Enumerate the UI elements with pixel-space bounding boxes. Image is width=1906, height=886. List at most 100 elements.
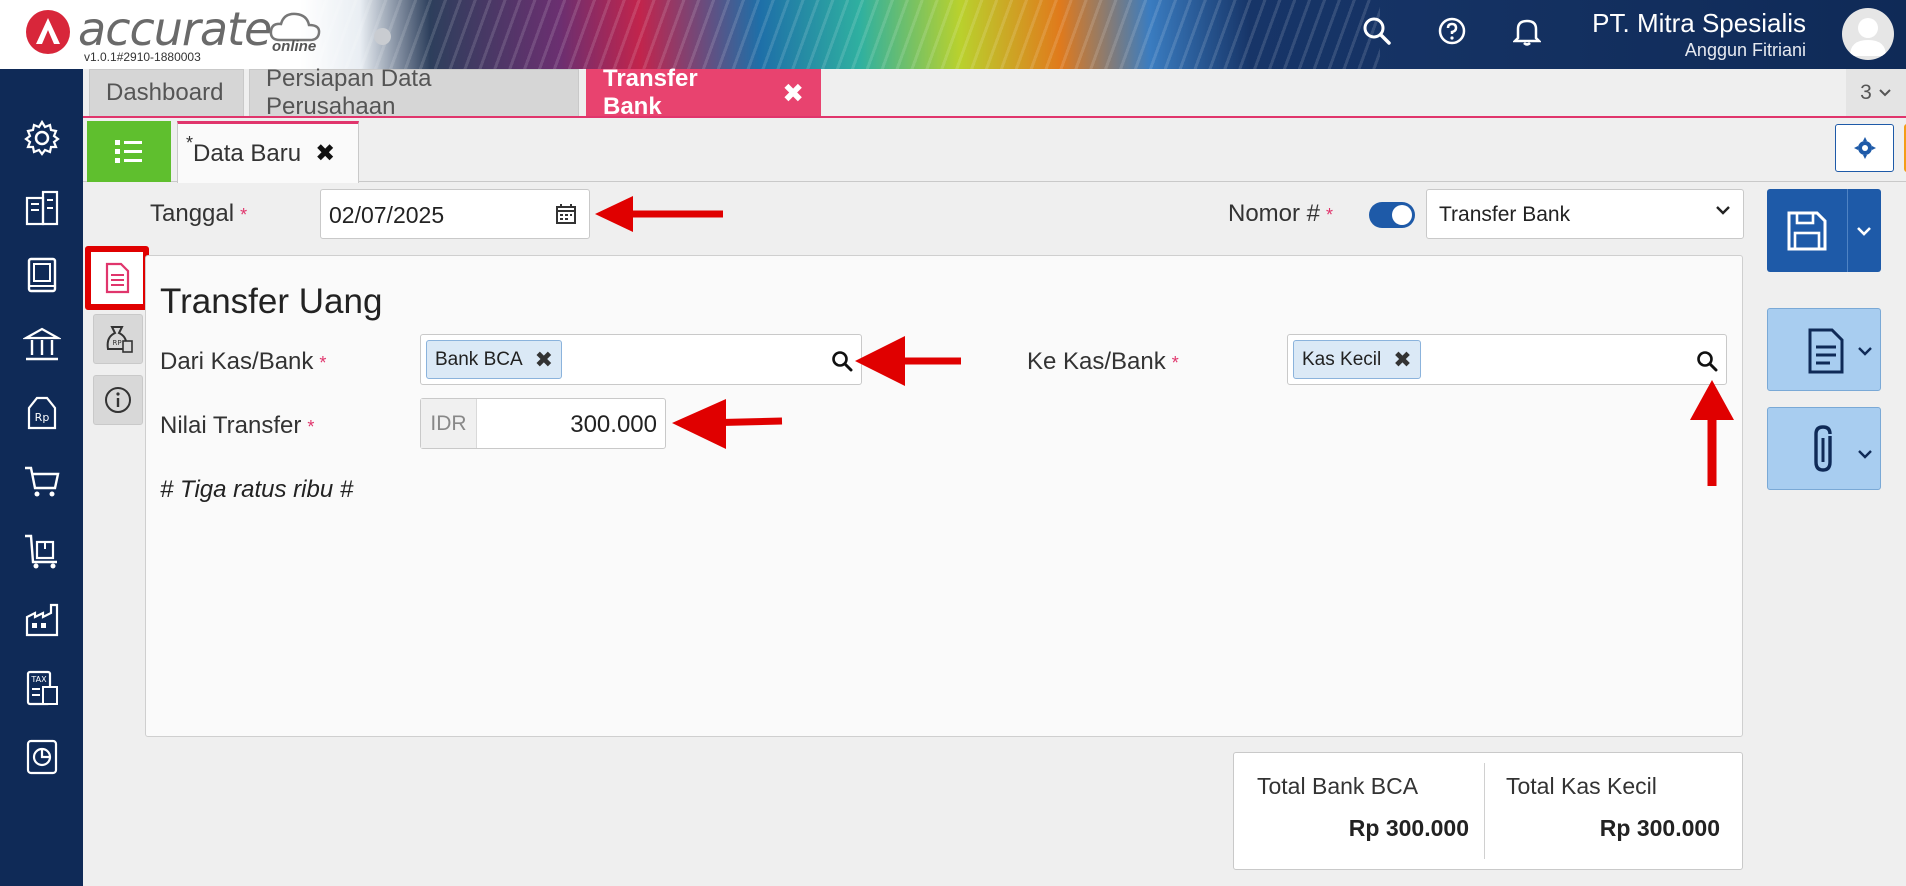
search-icon[interactable] xyxy=(1696,350,1718,372)
unsaved-marker: * xyxy=(186,133,194,153)
settings-icon[interactable] xyxy=(20,116,64,160)
dari-label: Dari Kas/Bank * xyxy=(160,348,327,375)
save-button[interactable] xyxy=(1767,189,1881,272)
amount-in-words: # Tiga ratus ribu # xyxy=(160,476,354,503)
tag-label: Bank BCA xyxy=(435,348,523,370)
nomor-label: Nomor # * xyxy=(1228,200,1334,227)
logo-text: accurate xyxy=(78,2,272,56)
top-header: accurate online v1.0.1#2910-1880003 PT. … xyxy=(0,0,1906,69)
bell-icon[interactable] xyxy=(1510,14,1544,48)
tab-persiapan-data[interactable]: Persiapan Data Perusahaan xyxy=(249,65,579,120)
total-left-value: Rp 300.000 xyxy=(1348,815,1469,841)
cost-tab[interactable]: RP xyxy=(93,314,143,364)
company-name: PT. Mitra Spesialis xyxy=(1592,8,1806,38)
money-bag-icon: RP xyxy=(106,326,133,353)
dari-kas-bank-input[interactable]: Bank BCA ✖ xyxy=(420,334,862,385)
document-actions-button[interactable] xyxy=(1767,308,1881,391)
list-icon xyxy=(115,139,142,163)
total-right-value: Rp 300.000 xyxy=(1599,815,1720,841)
tanggal-input[interactable]: 02/07/2025 xyxy=(320,189,590,239)
list-view-button[interactable] xyxy=(87,121,171,182)
avatar[interactable] xyxy=(1842,8,1894,60)
nilai-transfer-input[interactable]: IDR 300.000 xyxy=(420,398,666,449)
attachment-button[interactable] xyxy=(1767,407,1881,490)
svg-text:TAX: TAX xyxy=(30,675,47,684)
floppy-disk-icon xyxy=(1787,211,1827,251)
tab-label: Dashboard xyxy=(106,79,224,106)
company-building-icon[interactable] xyxy=(20,185,64,229)
info-tab[interactable] xyxy=(93,375,143,425)
auto-number-toggle[interactable] xyxy=(1369,202,1415,228)
remove-tag-icon[interactable]: ✖ xyxy=(535,347,553,373)
search-icon[interactable] xyxy=(1360,14,1394,48)
tab-transfer-bank[interactable]: Transfer Bank ✖ xyxy=(586,65,821,120)
nilai-transfer-label: Nilai Transfer * xyxy=(160,412,315,439)
ke-label: Ke Kas/Bank * xyxy=(1027,348,1179,375)
annotation-arrow-left xyxy=(672,399,783,449)
tab-count: 3 xyxy=(1860,80,1872,104)
logo-mark-icon xyxy=(26,10,70,54)
nomor-value: Transfer Bank xyxy=(1439,203,1571,226)
status-dot xyxy=(374,28,391,45)
logo-suffix: online xyxy=(272,38,317,55)
tag-label: Kas Kecil xyxy=(1302,348,1382,370)
company-info[interactable]: PT. Mitra Spesialis Anggun Fitriani xyxy=(1592,6,1806,60)
chevron-down-icon xyxy=(1858,347,1872,356)
totals-box: Total Bank BCA Rp 300.000 Total Kas Keci… xyxy=(1233,752,1743,870)
subtab-data-baru[interactable]: * Data Baru ✖ xyxy=(177,121,359,183)
chevron-down-icon[interactable] xyxy=(1855,225,1873,237)
paperclip-icon xyxy=(1814,425,1832,472)
total-left-label: Total Bank BCA xyxy=(1257,773,1419,799)
ledger-book-icon[interactable] xyxy=(20,253,64,297)
user-name: Anggun Fitriani xyxy=(1684,40,1806,60)
tab-label: Persiapan Data Perusahaan xyxy=(266,65,432,120)
tab-count-dropdown[interactable]: 3 xyxy=(1846,69,1906,116)
app-version: v1.0.1#2910-1880003 xyxy=(84,50,201,64)
annotation-arrow-up xyxy=(1690,380,1734,486)
nomor-select[interactable]: Transfer Bank xyxy=(1426,189,1744,239)
svg-text:RP: RP xyxy=(112,339,121,347)
svg-text:Rp: Rp xyxy=(35,411,50,424)
search-icon[interactable] xyxy=(831,350,853,372)
ke-kas-bank-input[interactable]: Kas Kecil ✖ xyxy=(1287,334,1727,385)
close-tab-icon[interactable]: ✖ xyxy=(782,78,804,109)
chevron-down-icon xyxy=(1879,88,1891,96)
cart-icon[interactable] xyxy=(20,459,64,503)
total-right-label: Total Kas Kecil xyxy=(1506,773,1657,799)
transfer-panel xyxy=(145,255,1743,737)
tanggal-label: Tanggal * xyxy=(150,200,248,227)
split-divider xyxy=(1847,189,1848,272)
gear-icon xyxy=(1853,137,1876,159)
tab-dashboard[interactable]: Dashboard xyxy=(89,69,244,116)
subtab-label: Data Baru xyxy=(193,139,302,167)
logo[interactable]: accurate online v1.0.1#2910-1880003 xyxy=(0,0,321,69)
report-chart-icon[interactable] xyxy=(20,735,64,779)
document-icon xyxy=(105,262,130,294)
sidebar: Rp TAX xyxy=(0,69,83,886)
document-icon xyxy=(1808,328,1844,374)
sub-tab-bar: * Data Baru ✖ xyxy=(83,118,1906,183)
factory-icon[interactable] xyxy=(20,598,64,642)
header-decoration xyxy=(280,0,1380,69)
price-tag-icon[interactable]: Rp xyxy=(20,391,64,435)
totals-divider xyxy=(1484,763,1485,859)
annotation-arrow-left xyxy=(595,196,723,232)
selected-account-tag: Kas Kecil ✖ xyxy=(1293,340,1421,379)
bank-icon[interactable] xyxy=(20,322,64,366)
annotation-arrow-left xyxy=(855,336,961,386)
chevron-down-icon xyxy=(1858,450,1872,459)
currency-label: IDR xyxy=(421,399,477,448)
help-icon[interactable] xyxy=(1435,14,1469,48)
tanggal-value: 02/07/2025 xyxy=(329,202,445,228)
close-subtab-icon[interactable]: ✖ xyxy=(315,139,335,168)
form-settings-button[interactable] xyxy=(1835,124,1894,172)
tab-bar: Dashboard Persiapan Data Perusahaan Tran… xyxy=(83,65,1906,120)
detail-document-tab[interactable] xyxy=(85,246,149,310)
amount-value: 300.000 xyxy=(570,411,657,438)
selected-account-tag: Bank BCA ✖ xyxy=(426,340,563,379)
remove-tag-icon[interactable]: ✖ xyxy=(1393,347,1411,373)
tax-icon[interactable]: TAX xyxy=(20,666,64,710)
calendar-icon[interactable] xyxy=(555,203,577,225)
info-icon xyxy=(105,387,131,413)
inventory-cart-icon[interactable] xyxy=(20,529,64,573)
